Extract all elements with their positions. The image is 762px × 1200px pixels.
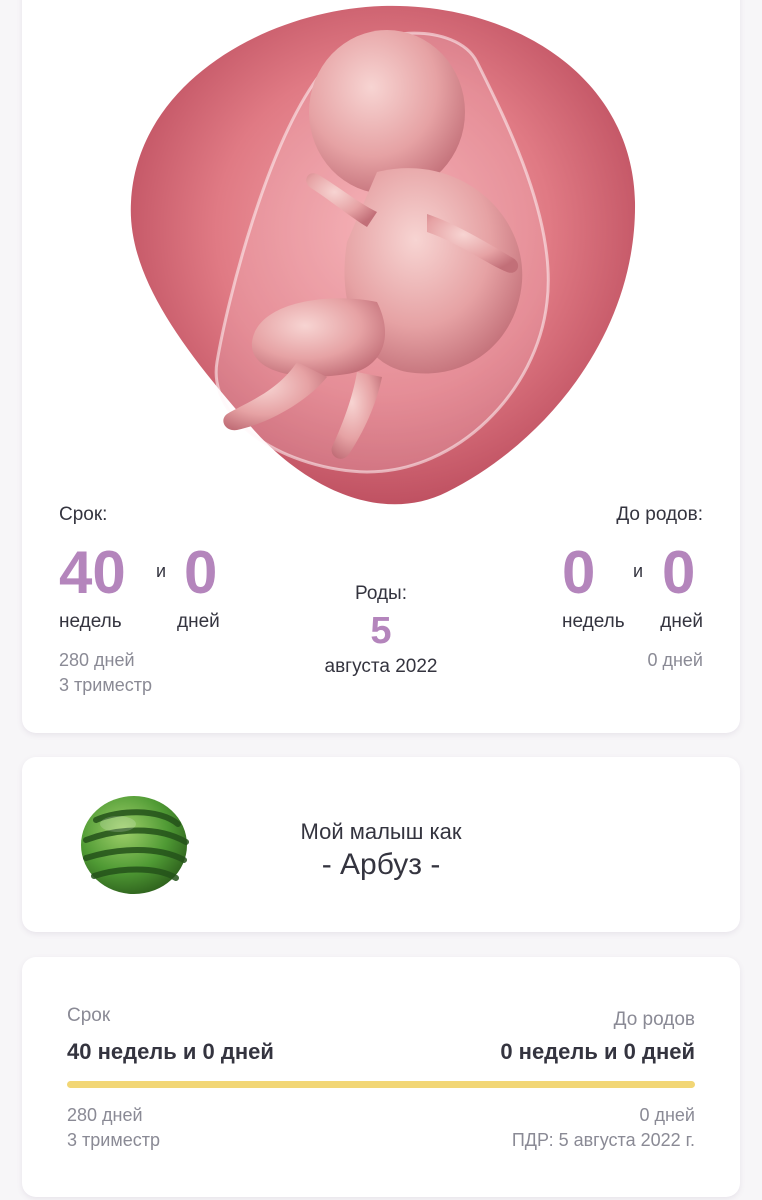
watermelon-icon	[78, 790, 190, 896]
summary-term-value: 40 недель и 0 дней	[67, 1039, 274, 1064]
size-caption: Мой малыш как	[300, 819, 462, 844]
summary-remaining-value: 0 недель и 0 дней	[500, 1039, 695, 1064]
remaining-total-days: 0 дней	[647, 650, 703, 670]
term-weeks-value: 40	[59, 539, 126, 606]
remaining-label: До родов:	[616, 504, 703, 525]
remaining-and-text: и	[633, 561, 644, 581]
term-trimester: 3 триместр	[59, 675, 152, 695]
birth-month-year: августа 2022	[324, 656, 438, 677]
remaining-days-value: 0	[662, 539, 696, 606]
term-days-unit: дней	[177, 611, 220, 632]
term-weeks-unit: недель	[59, 611, 122, 632]
term-and-text: и	[156, 561, 167, 581]
summary-remaining-label: До родов	[613, 1009, 695, 1030]
remaining-weeks-unit: недель	[562, 611, 625, 632]
birth-day-value: 5	[370, 610, 392, 652]
remaining-weeks-value: 0	[562, 539, 596, 606]
term-days-value: 0	[184, 539, 218, 606]
summary-total-days: 280 дней	[67, 1105, 143, 1125]
summary-trimester: 3 триместр	[67, 1130, 160, 1150]
summary-due-date: ПДР: 5 августа 2022 г.	[511, 1130, 695, 1150]
fruit-name: - Арбуз -	[321, 848, 441, 881]
pregnancy-progress-bar	[67, 1081, 695, 1088]
summary-card: Срок До родов 40 недель и 0 дней 0 недел…	[22, 957, 740, 1197]
pregnancy-term-card: Срок: 40 и 0 недель дней 280 дней 3 трим…	[22, 0, 740, 733]
summary-term-label: Срок	[67, 1005, 111, 1026]
term-total-days: 280 дней	[59, 650, 135, 670]
fetus-illustration	[127, 2, 637, 514]
baby-size-card[interactable]: Мой малыш как - Арбуз -	[22, 757, 740, 932]
summary-remaining-days: 0 дней	[639, 1105, 695, 1125]
pregnancy-progress-fill	[67, 1081, 695, 1088]
birth-label: Роды:	[354, 583, 407, 604]
term-label: Срок:	[59, 504, 108, 525]
remaining-days-unit: дней	[660, 611, 703, 632]
